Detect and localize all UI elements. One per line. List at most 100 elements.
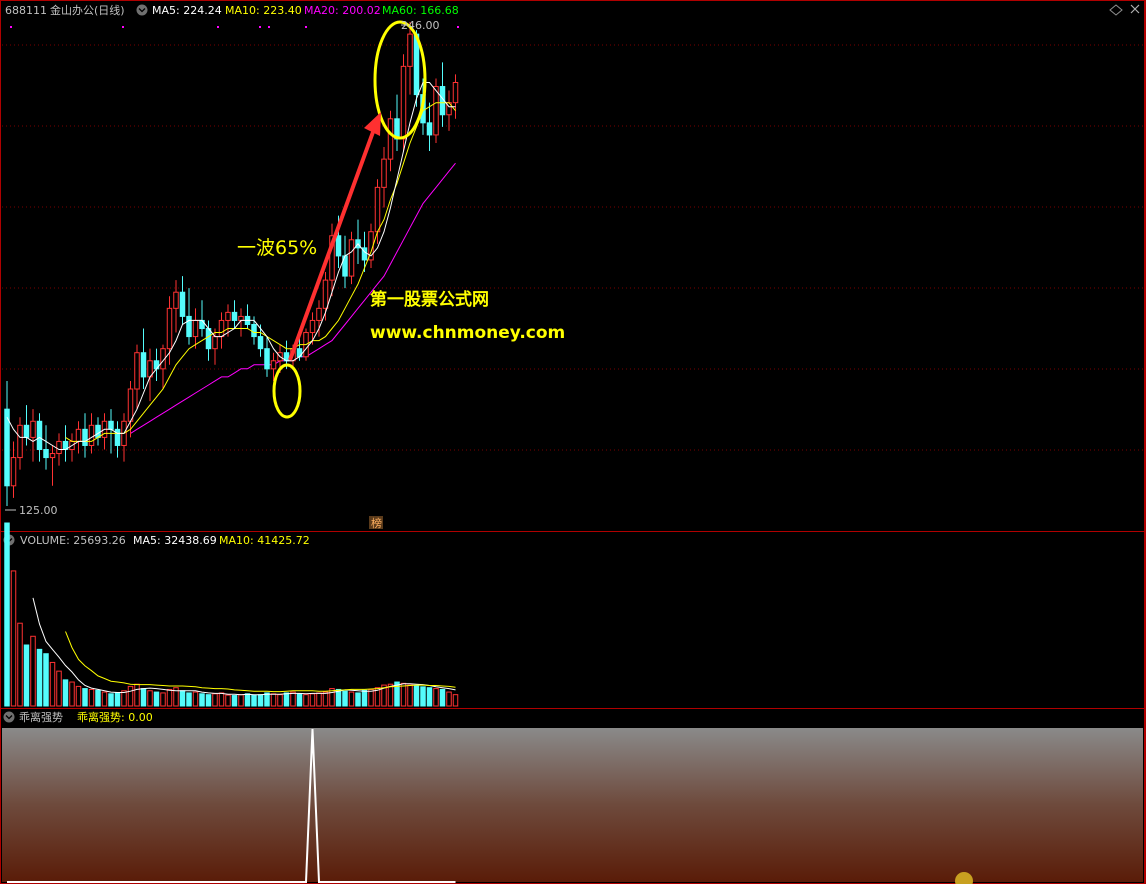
volume-bar-up xyxy=(348,691,355,707)
volume-bar-down xyxy=(108,693,114,707)
volume-bar-up xyxy=(56,670,62,707)
collapse-toggle-indicator[interactable] xyxy=(3,711,15,723)
volume-bar-down xyxy=(264,692,270,707)
volume-bar-up xyxy=(101,691,108,707)
volume-bar-down xyxy=(342,690,348,707)
candle-up xyxy=(270,360,277,370)
candle-up xyxy=(10,457,17,487)
candle-up xyxy=(407,33,413,67)
ma60-label: MA60: 166.68 xyxy=(382,4,459,17)
volume-ma5-label: MA5: 32438.69 xyxy=(133,534,217,547)
volume-bar-down xyxy=(251,694,257,707)
volume-bar-up xyxy=(147,690,153,707)
volume-bar-down xyxy=(413,685,420,707)
indicator-name: 乖离强势 xyxy=(19,710,63,724)
volume-bar-down xyxy=(36,648,43,707)
candle-down xyxy=(140,352,147,378)
volume-bar-up xyxy=(238,694,244,707)
signal-dot xyxy=(217,26,219,28)
volume-bar-down xyxy=(231,695,238,707)
volume-bar-up xyxy=(75,685,82,707)
volume-bar-up xyxy=(407,684,413,707)
signal-dot xyxy=(268,26,270,28)
candle-up xyxy=(30,420,36,438)
volume-ma5-path xyxy=(32,597,456,696)
volume-bars xyxy=(4,522,459,707)
candle-down xyxy=(426,122,433,136)
diamond-icon xyxy=(1109,4,1123,16)
volume-bar-up xyxy=(69,681,75,707)
volume-bar-down xyxy=(355,692,361,707)
candle-up xyxy=(225,311,231,321)
candle-down xyxy=(36,420,43,451)
candle-up xyxy=(192,319,199,338)
volume-bar-down xyxy=(205,694,212,707)
volume-bar-up xyxy=(127,685,134,707)
signal-dot xyxy=(10,26,12,28)
volume-bar-down xyxy=(296,693,303,707)
candle-down xyxy=(108,420,114,430)
candle-down xyxy=(186,315,192,338)
stock-name: 金山办公(日线) xyxy=(50,3,125,17)
annotations: 一波65% 第一股票公式网 www.chnmoney.com 246.00 12… xyxy=(5,19,565,530)
candle-down xyxy=(251,323,257,338)
volume-bar-up xyxy=(166,688,173,707)
volume-bar-down xyxy=(23,644,30,707)
close-button[interactable] xyxy=(1130,4,1140,14)
candle-down xyxy=(23,424,30,438)
candle-up xyxy=(387,118,394,160)
fullscreen-button[interactable] xyxy=(1109,4,1123,16)
volume-bar-down xyxy=(43,653,49,707)
volume-bar-down xyxy=(4,522,10,707)
candle-down xyxy=(43,449,49,459)
signal-dot xyxy=(305,26,307,28)
volume-bar-down xyxy=(283,692,290,707)
candle-up xyxy=(166,307,173,350)
volume-bar-down xyxy=(420,686,426,707)
volume-bar-up xyxy=(88,688,95,707)
candle-up xyxy=(309,319,316,334)
candle-up xyxy=(400,65,407,140)
price-header: 688111 金山办公(日线) MA5: 224.24 MA10: 223.40… xyxy=(5,3,1140,17)
volume-bar-up xyxy=(10,570,17,707)
volume-bar-up xyxy=(452,694,459,707)
volume-bar-up xyxy=(160,692,166,707)
volume-bar-up xyxy=(290,691,296,707)
volume-bar-up xyxy=(49,661,56,707)
volume-bar-up xyxy=(270,693,277,707)
candle-down xyxy=(231,311,238,321)
signal-dot xyxy=(122,26,124,28)
volume-bar-down xyxy=(153,691,160,707)
volume-bar-down xyxy=(361,689,368,707)
candle-down xyxy=(264,348,270,370)
ma5-label: MA5: 224.24 xyxy=(152,4,222,17)
ma20-label: MA20: 200.02 xyxy=(304,4,381,17)
candle-up xyxy=(134,352,140,390)
volume-bar-down xyxy=(62,679,69,707)
volume-bar-up xyxy=(17,622,23,707)
ma10-line xyxy=(65,102,456,442)
volume-bar-down xyxy=(179,690,186,707)
candle-down xyxy=(95,424,101,438)
volume-bar-up xyxy=(400,682,407,707)
candle-down xyxy=(205,328,212,350)
watermark-title: 第一股票公式网 xyxy=(370,289,489,310)
candle-up xyxy=(75,428,82,442)
breakout-circle xyxy=(272,363,302,419)
volume-bar-down xyxy=(140,688,147,707)
volume-bar-down xyxy=(439,688,446,707)
candle-down xyxy=(114,428,121,446)
candle-up xyxy=(218,319,225,338)
volume-bar-up xyxy=(192,691,199,707)
volume-bar-down xyxy=(199,693,205,707)
volume-label: VOLUME: 25693.26 xyxy=(20,534,126,547)
volume-bar-up xyxy=(309,693,316,707)
collapse-toggle-price[interactable] xyxy=(136,4,148,16)
ma10-path xyxy=(65,102,456,442)
volume-bar-up xyxy=(368,688,374,707)
volume-bar-down xyxy=(95,689,101,707)
volume-header: VOLUME: 25693.26 MA5: 32438.69 MA10: 414… xyxy=(3,534,310,547)
signal-dot xyxy=(457,26,459,28)
bang-badge: 榜 xyxy=(371,516,382,530)
volume-bar-up xyxy=(218,692,225,707)
